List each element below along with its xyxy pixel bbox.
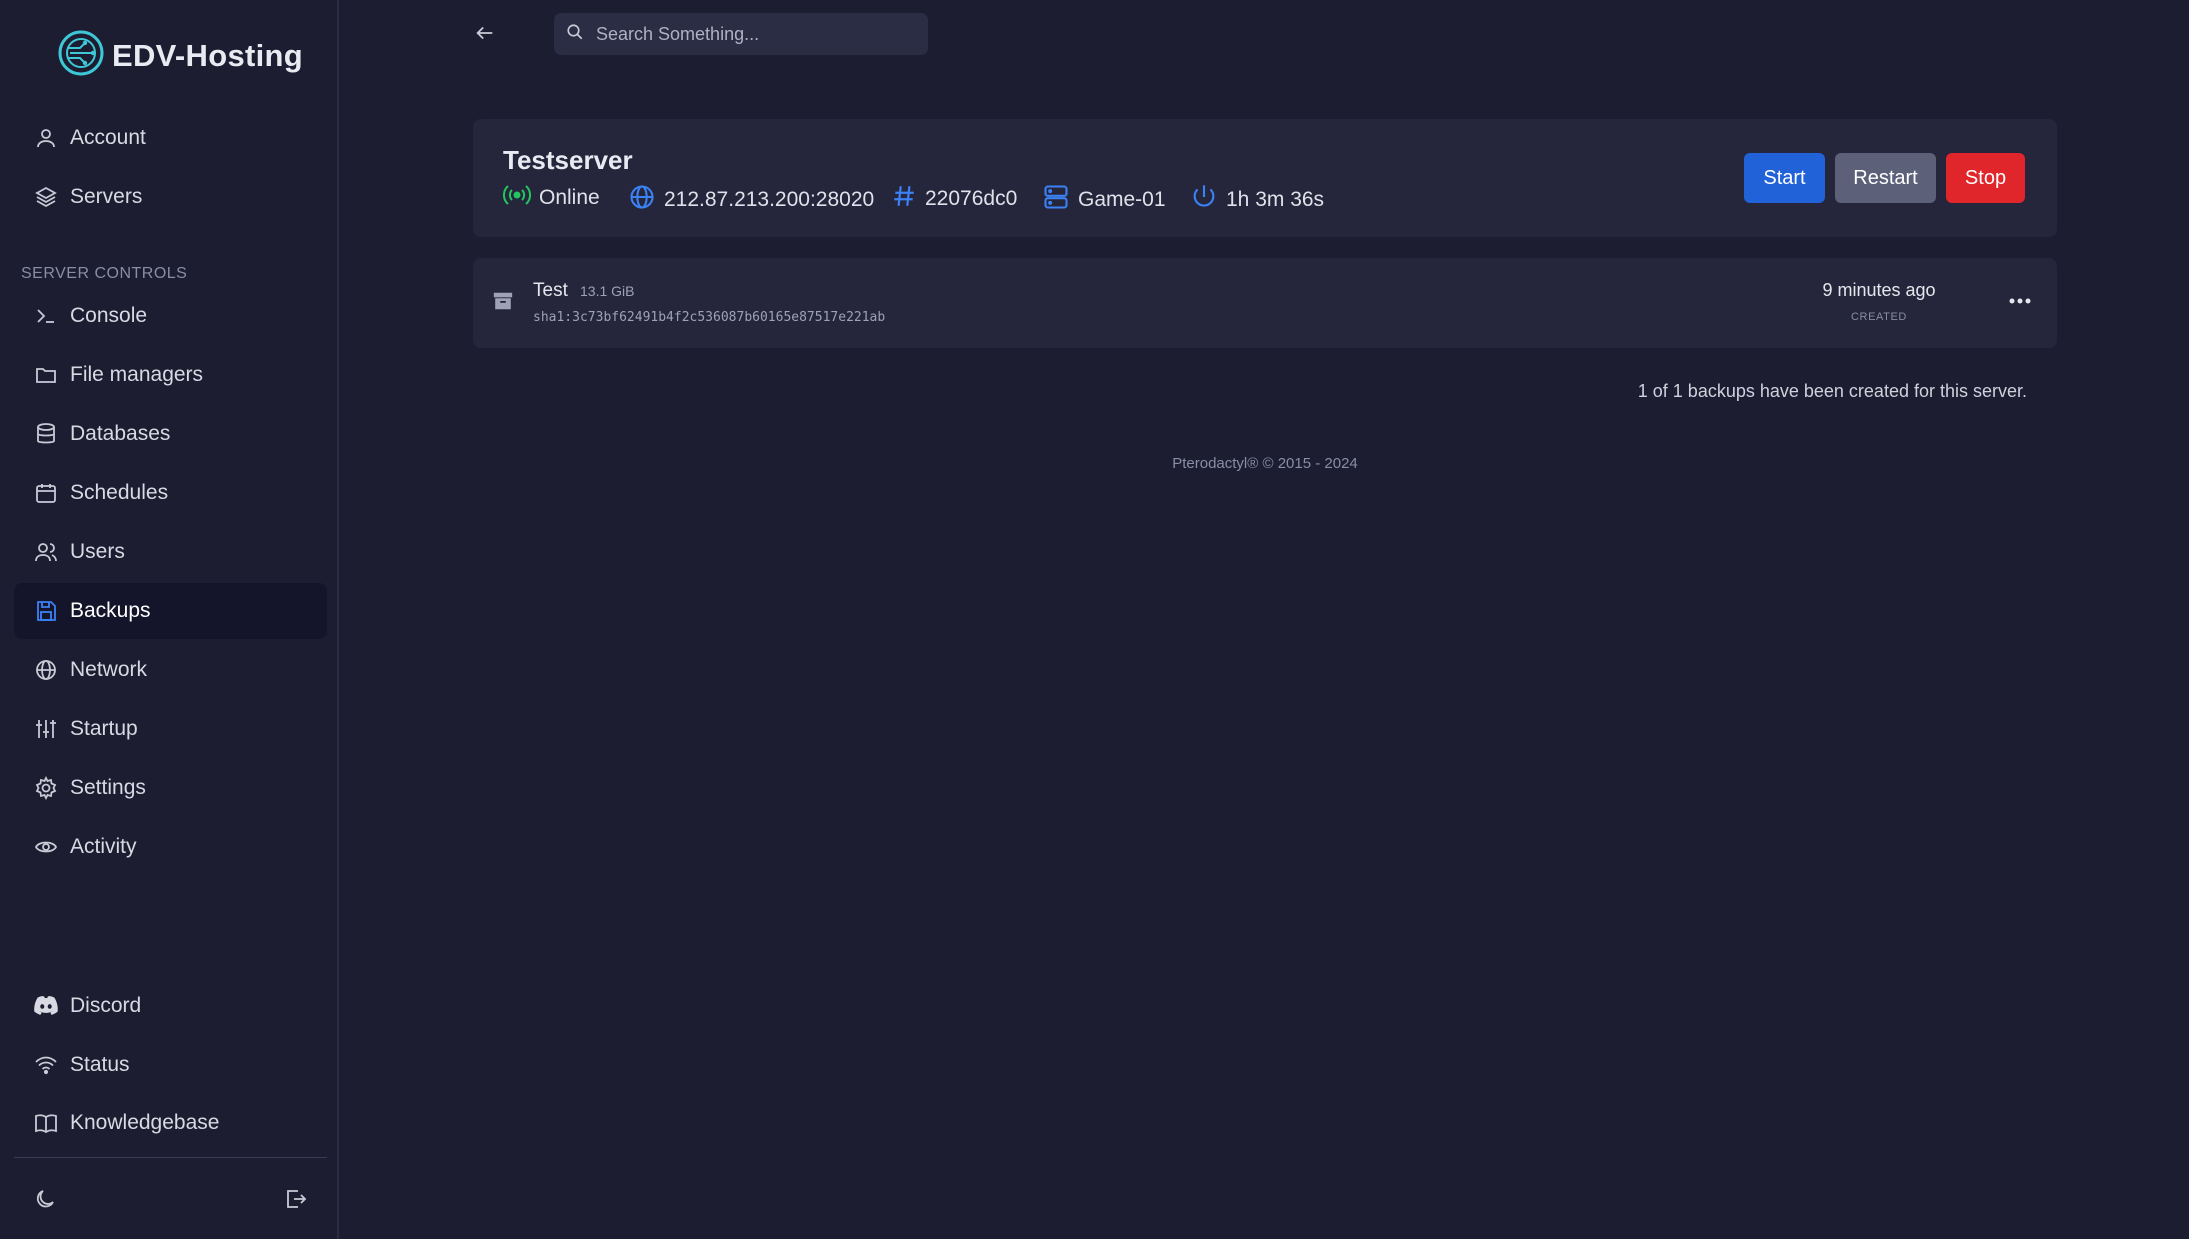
backup-row[interactable]: Test 13.1 GiB sha1:3c73bf62491b4f2c53608… [473,258,2057,348]
sidebar-item-file-managers[interactable]: File managers [14,347,327,403]
brand-logo[interactable]: EDV-Hosting [56,28,303,83]
sidebar-item-label: Schedules [70,481,169,504]
sidebar-item-label: Activity [70,835,137,858]
power-icon [1190,183,1218,217]
search-input[interactable] [594,22,918,46]
folder-icon [32,361,60,389]
sidebar-item-label: Databases [70,422,171,445]
globe-icon [628,183,656,217]
layers-icon [32,183,60,211]
sidebar-item-knowledgebase[interactable]: Knowledgebase [14,1095,327,1151]
sidebar-item-databases[interactable]: Databases [14,406,327,462]
server-uptime: 1h 3m 36s [1190,183,1324,217]
restart-button[interactable]: Restart [1835,153,1936,203]
backup-checksum: sha1:3c73bf62491b4f2c536087b60165e87517e… [533,310,886,325]
sidebar-item-account[interactable]: Account [14,110,327,166]
sidebar-item-label: Settings [70,776,146,799]
search-icon [566,23,584,46]
section-label-server-controls: SERVER CONTROLS [21,265,188,282]
sidebar-item-label: Status [70,1053,130,1076]
footer-copyright: Pterodactyl® © 2015 - 2024 [1172,455,1358,472]
theme-toggle-moon-icon[interactable] [30,1184,60,1214]
save-icon [32,597,60,625]
server-node: Game-01 [1042,183,1166,217]
sidebar-item-label: Startup [70,717,138,740]
signal-icon [502,183,532,213]
server-name: Testserver [503,145,633,175]
sidebar: EDV-Hosting Account Servers SERVER CONTR… [0,0,339,1239]
backup-name: Test [533,280,568,301]
id-text: 22076dc0 [925,187,1018,210]
sidebar-item-servers[interactable]: Servers [14,169,327,225]
eye-icon [32,833,60,861]
brand-name: EDV-Hosting [112,37,304,73]
sidebar-item-label: Discord [70,994,142,1017]
server-id: 22076dc0 [891,183,1017,215]
sidebar-item-label: Users [70,540,125,563]
uptime-text: 1h 3m 36s [1226,188,1325,211]
sidebar-item-console[interactable]: Console [14,288,327,344]
stop-button[interactable]: Stop [1946,153,2025,203]
archive-icon [492,290,514,317]
sidebar-item-startup[interactable]: Startup [14,701,327,757]
discord-icon [32,992,60,1020]
logout-icon[interactable] [281,1184,311,1214]
wifi-icon [32,1051,60,1079]
sidebar-item-activity[interactable]: Activity [14,819,327,875]
sidebar-item-label: Account [70,126,146,149]
hash-icon [891,183,917,215]
sidebar-item-settings[interactable]: Settings [14,760,327,816]
sidebar-item-label: Backups [70,599,151,622]
globe-icon [32,656,60,684]
sidebar-item-label: File managers [70,363,204,386]
sidebar-item-label: Console [70,304,148,327]
back-arrow-icon[interactable] [470,18,500,48]
sliders-icon [32,715,60,743]
more-options-icon[interactable] [2003,286,2037,316]
book-icon [32,1109,60,1137]
database-icon [32,420,60,448]
users-icon [32,538,60,566]
brand-logo-icon [56,28,106,83]
terminal-icon [32,302,60,330]
sidebar-item-schedules[interactable]: Schedules [14,465,327,521]
backup-created-time: 9 minutes ago [1822,280,1936,300]
backup-size: 13.1 GiB [580,283,635,299]
sidebar-item-users[interactable]: Users [14,524,327,580]
status-text: Online [539,186,600,209]
sidebar-item-network[interactable]: Network [14,642,327,698]
backups-count-text: 1 of 1 backups have been created for thi… [1637,381,2027,401]
sidebar-item-label: Knowledgebase [70,1111,220,1134]
sidebar-divider [14,1157,327,1158]
backup-created-label: CREATED [1851,311,1907,323]
address-text: 212.87.213.200:28020 [664,188,875,211]
server-status: Online [502,183,600,213]
sidebar-item-status[interactable]: Status [14,1037,327,1093]
sidebar-item-backups[interactable]: Backups [14,583,327,639]
sidebar-item-discord[interactable]: Discord [14,978,327,1034]
user-icon [32,124,60,152]
gear-icon [32,774,60,802]
sidebar-item-label: Network [70,658,148,681]
start-button[interactable]: Start [1744,153,1825,203]
sidebar-item-label: Servers [70,185,143,208]
server-icon [1042,183,1070,217]
calendar-icon [32,479,60,507]
server-address: 212.87.213.200:28020 [628,183,874,217]
server-header-card: Testserver Online 212.87.213.200:28020 2… [473,119,2057,237]
node-text: Game-01 [1078,188,1166,211]
search-bar[interactable] [554,13,928,55]
